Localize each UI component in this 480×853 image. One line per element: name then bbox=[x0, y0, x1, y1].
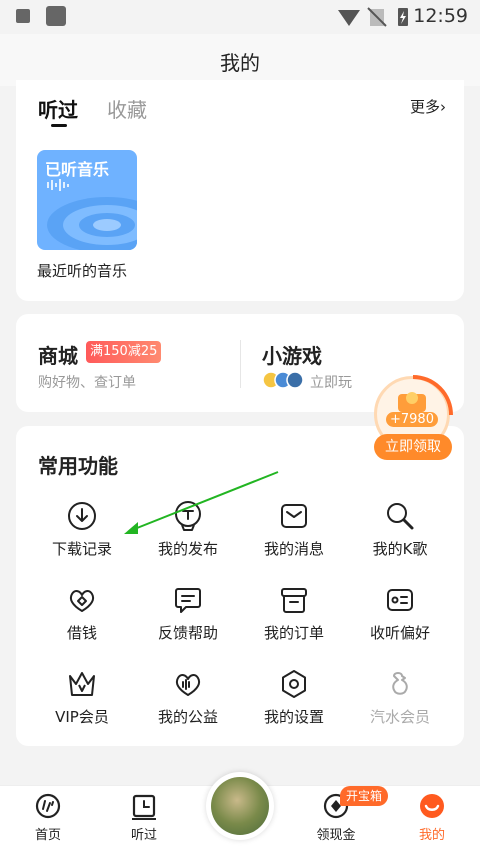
nav-label: 听过 bbox=[130, 828, 157, 843]
nav-label: 首页 bbox=[34, 828, 61, 843]
func-label: 我的发布 bbox=[157, 540, 218, 558]
divider bbox=[240, 340, 241, 388]
tab-favorites[interactable]: 收藏 bbox=[107, 94, 147, 123]
func-label: 我的订单 bbox=[263, 624, 324, 642]
more-label: 更多 bbox=[409, 98, 440, 116]
clock: 12:59 bbox=[413, 5, 468, 27]
func-label: 借钱 bbox=[66, 624, 97, 642]
signal-battery-icons bbox=[338, 7, 408, 27]
nav-label: 我的 bbox=[418, 828, 445, 843]
publish-icon bbox=[175, 501, 201, 531]
bottom-nav: 首页 听过 领现金 开宝箱 我的 bbox=[0, 772, 480, 853]
coin-stack-icon bbox=[398, 392, 426, 412]
history-icon bbox=[132, 794, 156, 820]
message-icon bbox=[281, 504, 307, 528]
func-soda-member[interactable]: 汽水会员 bbox=[344, 668, 456, 738]
cover-title: 已听音乐 bbox=[45, 160, 110, 179]
func-label: 收听偏好 bbox=[369, 624, 430, 642]
func-label: 汽水会员 bbox=[369, 708, 430, 726]
func-label: 反馈帮助 bbox=[157, 624, 218, 642]
func-my-karaoke[interactable]: 我的K歌 bbox=[344, 500, 456, 570]
func-feedback-help[interactable]: 反馈帮助 bbox=[132, 584, 244, 654]
func-listening-preference[interactable]: 收听偏好 bbox=[344, 584, 456, 654]
profile-icon bbox=[420, 794, 444, 818]
status-bar: 12:59 bbox=[0, 0, 480, 34]
nav-profile[interactable]: 我的 bbox=[392, 792, 472, 850]
treasure-box-badge: 开宝箱 bbox=[340, 786, 389, 806]
page-header: 我的 bbox=[0, 34, 480, 86]
nav-home[interactable]: 首页 bbox=[8, 792, 88, 850]
games-title[interactable]: 小游戏 bbox=[262, 340, 322, 369]
loan-icon bbox=[69, 590, 95, 612]
nav-history[interactable]: 听过 bbox=[104, 792, 184, 850]
func-my-settings[interactable]: 我的设置 bbox=[238, 668, 350, 738]
chevron-right-icon: › bbox=[440, 98, 446, 116]
functions-title: 常用功能 bbox=[38, 454, 118, 478]
charity-heart-icon bbox=[175, 674, 201, 696]
func-label: 我的K歌 bbox=[372, 540, 428, 558]
claim-now-button[interactable]: 立即领取 bbox=[374, 434, 452, 460]
func-label: VIP会员 bbox=[55, 708, 109, 726]
vip-crown-icon bbox=[69, 672, 95, 696]
recent-music-cover[interactable]: 已听音乐 bbox=[37, 150, 137, 250]
func-label: 我的公益 bbox=[157, 708, 218, 726]
preference-icon bbox=[387, 589, 413, 611]
func-label: 我的消息 bbox=[263, 540, 324, 558]
more-link[interactable]: 更多› bbox=[410, 96, 446, 117]
mall-subtitle: 购好物、查订单 bbox=[38, 375, 136, 391]
func-my-charity[interactable]: 我的公益 bbox=[132, 668, 244, 738]
notification-icon bbox=[16, 9, 30, 23]
karaoke-mic-icon bbox=[387, 503, 414, 530]
reward-float-widget[interactable]: +7980 立即领取 bbox=[372, 374, 454, 464]
download-icon bbox=[68, 502, 96, 530]
nav-label: 领现金 bbox=[316, 828, 356, 843]
page-title: 我的 bbox=[220, 51, 260, 75]
notification-app-icon bbox=[46, 6, 66, 26]
games-subtitle: 立即玩 bbox=[310, 375, 352, 391]
order-icon bbox=[281, 588, 307, 613]
home-icon bbox=[35, 793, 61, 819]
mall-promo-badge: 满150减25 bbox=[86, 341, 162, 363]
func-label: 我的设置 bbox=[263, 708, 324, 726]
tab-active-indicator bbox=[51, 124, 67, 127]
func-vip-member[interactable]: VIP会员 bbox=[26, 668, 138, 738]
mall-title[interactable]: 商城 bbox=[38, 340, 78, 369]
soda-member-icon bbox=[392, 672, 408, 695]
game-avatars-icon bbox=[262, 371, 304, 389]
history-card: 听过 收藏 更多› 已听音乐 最近听的音乐 bbox=[16, 80, 464, 301]
feedback-icon bbox=[175, 588, 201, 613]
reward-amount: +7980 bbox=[386, 412, 438, 427]
func-download-records[interactable]: 下载记录 bbox=[26, 500, 138, 570]
album-art bbox=[211, 777, 269, 835]
settings-hexagon-icon bbox=[282, 670, 306, 698]
tab-listened[interactable]: 听过 bbox=[38, 94, 78, 123]
func-my-messages[interactable]: 我的消息 bbox=[238, 500, 350, 570]
func-loan[interactable]: 借钱 bbox=[26, 584, 138, 654]
cover-caption: 最近听的音乐 bbox=[37, 262, 128, 280]
now-playing-disc[interactable] bbox=[206, 772, 274, 840]
func-my-publish[interactable]: 我的发布 bbox=[132, 500, 244, 570]
common-functions-card: 常用功能 下载记录 我的发布 我的消息 我的K歌 借钱 反馈帮助 我的订单 收听… bbox=[16, 426, 464, 746]
func-my-orders[interactable]: 我的订单 bbox=[238, 584, 350, 654]
func-label: 下载记录 bbox=[51, 540, 112, 558]
